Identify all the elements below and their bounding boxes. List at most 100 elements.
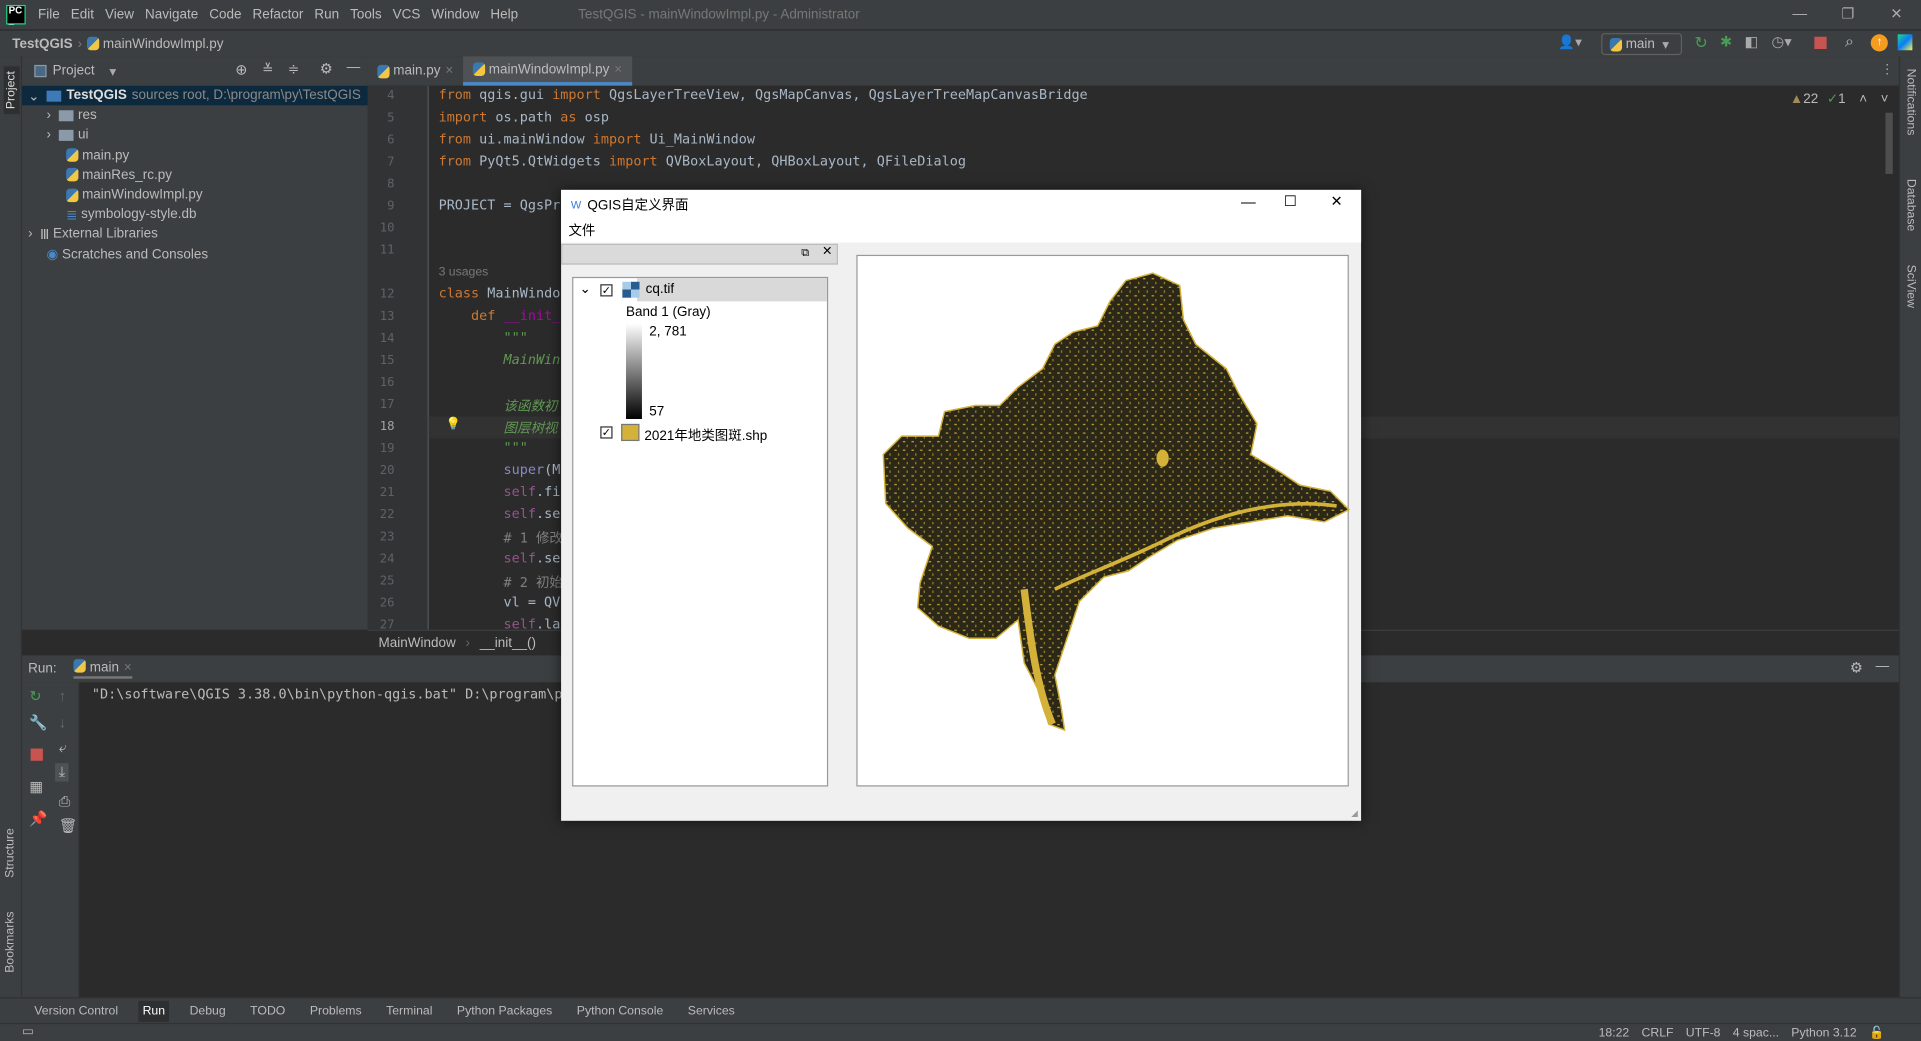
tree-item-mainwindowimpl[interactable]: mainWindowImpl.py	[22, 185, 367, 205]
tool-problems[interactable]: Problems	[306, 1000, 365, 1021]
tool-terminal[interactable]: Terminal	[382, 1000, 436, 1021]
vcs-user-icon[interactable]: 👤▾	[1558, 34, 1582, 51]
tool-run[interactable]: Run	[138, 1000, 169, 1022]
jetbrains-icon[interactable]	[1897, 34, 1913, 51]
code-line[interactable]: 图层树视	[439, 418, 557, 438]
tree-item-main-py[interactable]: main.py	[22, 145, 367, 165]
usages-hint[interactable]: 3 usages	[439, 266, 489, 279]
crumb-class[interactable]: MainWindow	[379, 635, 456, 650]
minimize-button[interactable]: —	[1792, 5, 1807, 22]
layer-tree-view[interactable]: ⌄ ✓ cq.tif Band 1 (Gray) 2, 781 57 ✓ 202…	[572, 276, 829, 787]
tree-item-ui[interactable]: › ui	[22, 125, 367, 145]
layout-icon[interactable]: ▦	[29, 778, 43, 795]
run-tab-main[interactable]: main ×	[73, 659, 132, 679]
tool-todo[interactable]: TODO	[246, 1000, 289, 1021]
layer-visibility-checkbox[interactable]: ✓	[600, 426, 613, 439]
menu-edit[interactable]: Edit	[71, 7, 94, 22]
tree-item-res[interactable]: › res	[22, 106, 367, 126]
toggle-tool-windows-icon[interactable]: ▭	[22, 1025, 34, 1038]
editor-scrollbar[interactable]	[1885, 112, 1893, 174]
layer-dock-titlebar[interactable]: ⧉ ✕	[561, 243, 838, 265]
close-button[interactable]: ✕	[1890, 5, 1902, 22]
status-encoding[interactable]: UTF-8	[1686, 1026, 1721, 1039]
tree-item-symbology-db[interactable]: ≣ symbology-style.db	[22, 205, 367, 225]
more-options-icon[interactable]: ⋮	[1881, 61, 1894, 77]
prev-highlight-icon[interactable]: ˄	[1859, 92, 1867, 107]
tree-item-mainres-rc[interactable]: mainRes_rc.py	[22, 165, 367, 185]
rerun-icon[interactable]: ↻	[29, 687, 41, 704]
hide-run-panel-icon[interactable]: —	[1876, 659, 1889, 674]
stop-icon[interactable]	[30, 748, 43, 761]
code-line[interactable]: from qgis.gui import QgsLayerTreeView, Q…	[439, 87, 1088, 103]
code-line[interactable]: def __init_	[439, 308, 560, 324]
code-line[interactable]: self.la	[439, 616, 560, 629]
breadcrumb-project[interactable]: TestQGIS	[12, 36, 72, 51]
code-line[interactable]: 该函数初	[439, 396, 557, 416]
tab-mainwindowimpl[interactable]: mainWindowImpl.py ×	[463, 56, 632, 86]
run-config-selector[interactable]: main ▾	[1601, 33, 1683, 56]
project-panel-title[interactable]: Project	[53, 64, 95, 79]
profile-icon[interactable]: ◷▾	[1771, 33, 1791, 50]
lock-icon[interactable]: 🔓	[1869, 1026, 1884, 1039]
menu-navigate[interactable]: Navigate	[145, 7, 198, 22]
trash-icon[interactable]: 🗑	[59, 817, 78, 834]
menu-vcs[interactable]: VCS	[393, 7, 421, 22]
expand-all-icon[interactable]: ≚	[262, 61, 273, 77]
hide-panel-icon[interactable]: —	[347, 60, 360, 75]
dialog-minimize-button[interactable]: —	[1241, 194, 1256, 211]
tool-debug[interactable]: Debug	[186, 1000, 229, 1021]
menu-file[interactable]: File	[38, 7, 60, 22]
close-dock-icon[interactable]: ✕	[822, 245, 832, 258]
rerun-icon[interactable]: ↻	[1694, 33, 1707, 53]
notifications-tool-button[interactable]: Notifications	[1904, 69, 1917, 136]
menu-code[interactable]: Code	[209, 7, 241, 22]
restore-button[interactable]: ❐	[1841, 5, 1854, 22]
print-icon[interactable]: ⎙	[59, 793, 71, 811]
collapse-all-icon[interactable]: ≑	[288, 61, 299, 77]
tree-root[interactable]: ⌄ TestQGIS sources root, D:\program\py\Tes…	[22, 85, 368, 106]
code-line[interactable]: """	[439, 330, 527, 346]
code-line[interactable]: vl = QV	[439, 594, 560, 610]
crumb-method[interactable]: __init__()	[480, 635, 536, 650]
settings-gear-icon[interactable]: ⚙	[320, 60, 333, 77]
menu-refactor[interactable]: Refactor	[252, 7, 303, 22]
menu-view[interactable]: View	[105, 7, 134, 22]
collapse-chevron-icon[interactable]: ⌄	[579, 281, 590, 297]
float-dock-icon[interactable]: ⧉	[801, 246, 809, 259]
pin-icon[interactable]: 📌	[29, 810, 47, 827]
code-line[interactable]: self.se	[439, 506, 560, 522]
coverage-icon[interactable]: ◧	[1745, 33, 1759, 50]
code-line[interactable]: import os.path as osp	[439, 109, 609, 125]
menu-file-cn[interactable]: 文件	[568, 221, 595, 241]
down-arrow-icon[interactable]: ↓	[59, 714, 66, 731]
menu-help[interactable]: Help	[490, 7, 518, 22]
layer-row-shp[interactable]: ✓ 2021年地类图斑.shp	[573, 423, 827, 445]
close-tab-icon[interactable]: ×	[445, 64, 453, 79]
project-tool-button[interactable]: Project	[3, 66, 20, 115]
tree-item-external-libraries[interactable]: › Ⅲ External Libraries	[22, 225, 367, 245]
code-line[interactable]: PROJECT = QgsPr	[439, 197, 561, 213]
status-indent[interactable]: 4 spac...	[1733, 1026, 1779, 1039]
status-position[interactable]: 18:22	[1599, 1026, 1630, 1039]
structure-tool-button[interactable]: Structure	[4, 828, 17, 878]
sciview-tool-button[interactable]: SciView	[1904, 265, 1917, 308]
tab-main-py[interactable]: main.py ×	[368, 56, 464, 85]
breadcrumb-file[interactable]: mainWindowImpl.py	[103, 36, 224, 51]
code-line[interactable]: from ui.mainWindow import Ui_MainWindow	[439, 131, 755, 147]
code-line[interactable]: from PyQt5.QtWidgets import QVBoxLayout,…	[439, 153, 966, 169]
scroll-to-end-icon[interactable]: ⤓	[55, 763, 69, 782]
wrench-icon[interactable]: 🔧	[29, 714, 47, 731]
menu-window[interactable]: Window	[431, 7, 479, 22]
code-line[interactable]: # 1 修改	[439, 528, 562, 548]
status-interpreter[interactable]: Python 3.12	[1791, 1026, 1856, 1039]
code-line[interactable]: self.se	[439, 550, 560, 566]
tool-services[interactable]: Services	[684, 1000, 738, 1021]
database-tool-button[interactable]: Database	[1904, 179, 1917, 231]
dialog-maximize-button[interactable]: ☐	[1284, 192, 1297, 209]
layer-visibility-checkbox[interactable]: ✓	[600, 284, 613, 297]
next-highlight-icon[interactable]: ˅	[1881, 92, 1889, 107]
close-tab-icon[interactable]: ×	[614, 62, 622, 77]
code-line[interactable]: MainWin	[439, 352, 560, 368]
bookmarks-tool-button[interactable]: Bookmarks	[4, 911, 17, 972]
code-line[interactable]: # 2 初始	[439, 572, 562, 592]
